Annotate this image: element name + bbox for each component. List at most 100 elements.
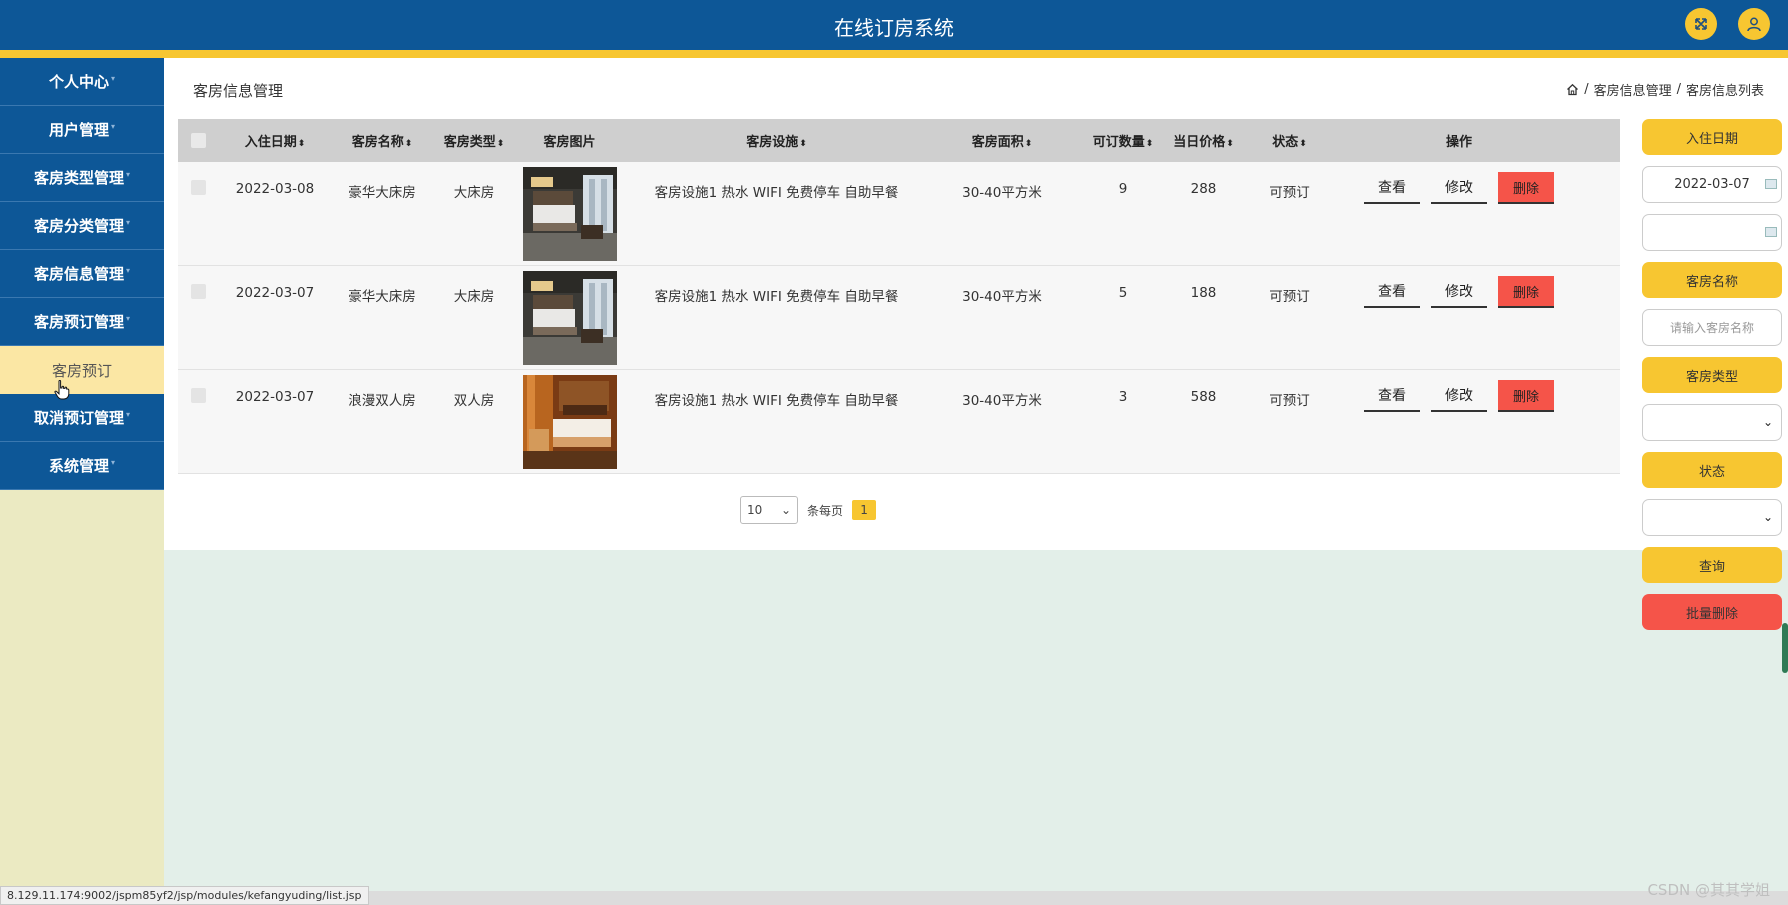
table-row: 2022-03-07 豪华大床房 大床房 客房设施1 热水 WIFI 免费停车 …	[178, 266, 1620, 370]
chevron-down-icon: ⌄	[1762, 510, 1773, 524]
cell-area: 30-40平方米	[962, 289, 1042, 305]
cell-type: 大床房	[453, 289, 495, 305]
sort-icon: ⬍	[1299, 139, 1307, 149]
sidebar-item-room-category-management[interactable]: 客房分类管理 ▾	[0, 202, 164, 250]
room-image[interactable]	[522, 271, 617, 365]
column-header-name[interactable]: 客房名称⬍	[332, 131, 432, 150]
cell-date: 2022-03-07	[235, 389, 315, 405]
chevron-down-icon: ⌄	[780, 503, 791, 517]
sidebar-item-label: 客房分类管理	[33, 217, 124, 235]
row-checkbox[interactable]	[190, 388, 206, 403]
table-row: 2022-03-08 豪华大床房 大床房 客房设施1 热水 WIFI 免费停车 …	[178, 162, 1620, 266]
home-icon[interactable]	[1566, 83, 1579, 96]
chevron-down-icon: ⌄	[1762, 415, 1773, 429]
column-header-area[interactable]: 客房面积⬍	[930, 131, 1074, 150]
row-checkbox[interactable]	[190, 284, 206, 299]
user-button[interactable]	[1738, 8, 1770, 40]
cell-price: 188	[1190, 285, 1217, 301]
sort-icon: ⬍	[1024, 139, 1033, 149]
column-header-quantity[interactable]: 可订数量⬍	[1074, 131, 1172, 150]
page-number-button[interactable]: 1	[852, 500, 877, 520]
column-header-type[interactable]: 客房类型⬍	[432, 131, 516, 150]
column-header-status[interactable]: 状态⬍	[1235, 131, 1344, 150]
app-title: 在线订房系统	[834, 16, 954, 40]
sidebar-item-room-booking-management[interactable]: 客房预订管理 ▾	[0, 298, 164, 346]
column-header-date[interactable]: 入住日期⬍	[218, 131, 332, 150]
view-button[interactable]: 查看	[1364, 276, 1420, 308]
expand-icon	[1695, 18, 1707, 30]
sidebar-item-label: 用户管理	[48, 121, 109, 139]
scrollbar-thumb[interactable]	[1782, 623, 1788, 673]
cell-date: 2022-03-08	[235, 181, 315, 197]
sidebar-item-user-management[interactable]: 用户管理 ▾	[0, 106, 164, 154]
cell-area: 30-40平方米	[962, 393, 1042, 409]
header-accent-bar	[0, 50, 1788, 58]
fullscreen-button[interactable]	[1685, 8, 1717, 40]
delete-button[interactable]: 删除	[1498, 276, 1554, 308]
sidebar-item-label: 个人中心	[48, 73, 109, 91]
cell-price: 588	[1190, 389, 1217, 405]
cell-name: 豪华大床房	[348, 289, 416, 305]
column-header-facilities[interactable]: 客房设施⬍	[623, 131, 930, 150]
cell-quantity: 5	[1118, 285, 1128, 301]
status-select[interactable]: ⌄	[1642, 499, 1782, 536]
sidebar-item-room-type-management[interactable]: 客房类型管理 ▾	[0, 154, 164, 202]
breadcrumb-item: 客房信息列表	[1685, 84, 1764, 99]
calendar-icon[interactable]	[1765, 227, 1777, 237]
edit-button[interactable]: 修改	[1431, 276, 1487, 308]
cell-name: 浪漫双人房	[348, 393, 416, 409]
hand-cursor-icon	[54, 380, 70, 400]
chevron-down-icon: ▾	[126, 266, 131, 275]
cell-status: 可预订	[1269, 185, 1310, 201]
room-image[interactable]	[522, 375, 617, 469]
sidebar-item-label: 客房信息管理	[33, 265, 124, 283]
watermark: CSDN @其其学姐	[1647, 881, 1770, 899]
sidebar-subitem-room-booking[interactable]: 客房预订	[0, 346, 164, 394]
date-filter-label: 入住日期	[1642, 119, 1782, 155]
top-header: 在线订房系统	[0, 0, 1788, 50]
date-to-input[interactable]	[1642, 214, 1782, 251]
query-button[interactable]: 查询	[1642, 547, 1782, 583]
breadcrumb-separator: /	[1584, 82, 1589, 97]
calendar-icon[interactable]	[1765, 179, 1777, 189]
sort-icon: ⬍	[1226, 139, 1234, 149]
date-from-input[interactable]: 2022-03-07	[1642, 166, 1782, 203]
sidebar-item-room-info-management[interactable]: 客房信息管理 ▾	[0, 250, 164, 298]
sidebar: 个人中心 ▾ 用户管理 ▾ 客房类型管理 ▾ 客房分类管理 ▾ 客房信息管理 ▾ 客房预订…	[0, 58, 164, 905]
sort-icon: ⬍	[297, 139, 306, 149]
room-table: 入住日期⬍ 客房名称⬍ 客房类型⬍ 客房图片 客房设施⬍ 客房面积⬍ 可订数量⬍…	[178, 119, 1620, 474]
view-button[interactable]: 查看	[1364, 172, 1420, 204]
select-all-checkbox[interactable]	[190, 133, 206, 148]
table-row: 2022-03-07 浪漫双人房 双人房 客房设施1 热水 WIFI 免费停车 …	[178, 370, 1620, 474]
chevron-down-icon: ▾	[126, 314, 131, 323]
chevron-down-icon: ▾	[126, 218, 131, 227]
cell-type: 双人房	[453, 393, 495, 409]
page-size-select[interactable]: 10 ⌄	[740, 496, 798, 524]
batch-delete-button[interactable]: 批量删除	[1642, 594, 1782, 630]
room-type-select[interactable]: ⌄	[1642, 404, 1782, 441]
cell-quantity: 9	[1118, 181, 1128, 197]
view-button[interactable]: 查看	[1364, 380, 1420, 412]
sidebar-item-cancel-booking-management[interactable]: 取消预订管理 ▾	[0, 394, 164, 442]
breadcrumb-separator: /	[1676, 82, 1681, 97]
delete-button[interactable]: 删除	[1498, 172, 1554, 204]
date-from-value: 2022-03-07	[1674, 177, 1750, 192]
edit-button[interactable]: 修改	[1431, 172, 1487, 204]
sort-icon: ⬍	[404, 139, 413, 149]
chevron-down-icon: ▾	[126, 410, 131, 419]
row-checkbox[interactable]	[190, 180, 206, 195]
breadcrumb-item[interactable]: 客房信息管理	[1594, 80, 1672, 99]
room-name-input[interactable]: 请输入客房名称	[1642, 309, 1782, 346]
sidebar-item-personal-center[interactable]: 个人中心 ▾	[0, 58, 164, 106]
sidebar-item-system-management[interactable]: 系统管理 ▾	[0, 442, 164, 490]
delete-button[interactable]: 删除	[1498, 380, 1554, 412]
room-image[interactable]	[522, 167, 617, 261]
page-size-value: 10	[747, 503, 763, 517]
chevron-down-icon: ▾	[126, 170, 131, 179]
breadcrumb: / 客房信息管理 / 客房信息列表	[1566, 80, 1764, 99]
browser-status-url: 8.129.11.174:9002/jspm85yf2/jsp/modules/…	[0, 886, 369, 905]
name-filter-label: 客房名称	[1642, 262, 1782, 298]
column-header-price[interactable]: 当日价格⬍	[1172, 131, 1235, 150]
edit-button[interactable]: 修改	[1431, 380, 1487, 412]
cell-area: 30-40平方米	[962, 185, 1042, 201]
